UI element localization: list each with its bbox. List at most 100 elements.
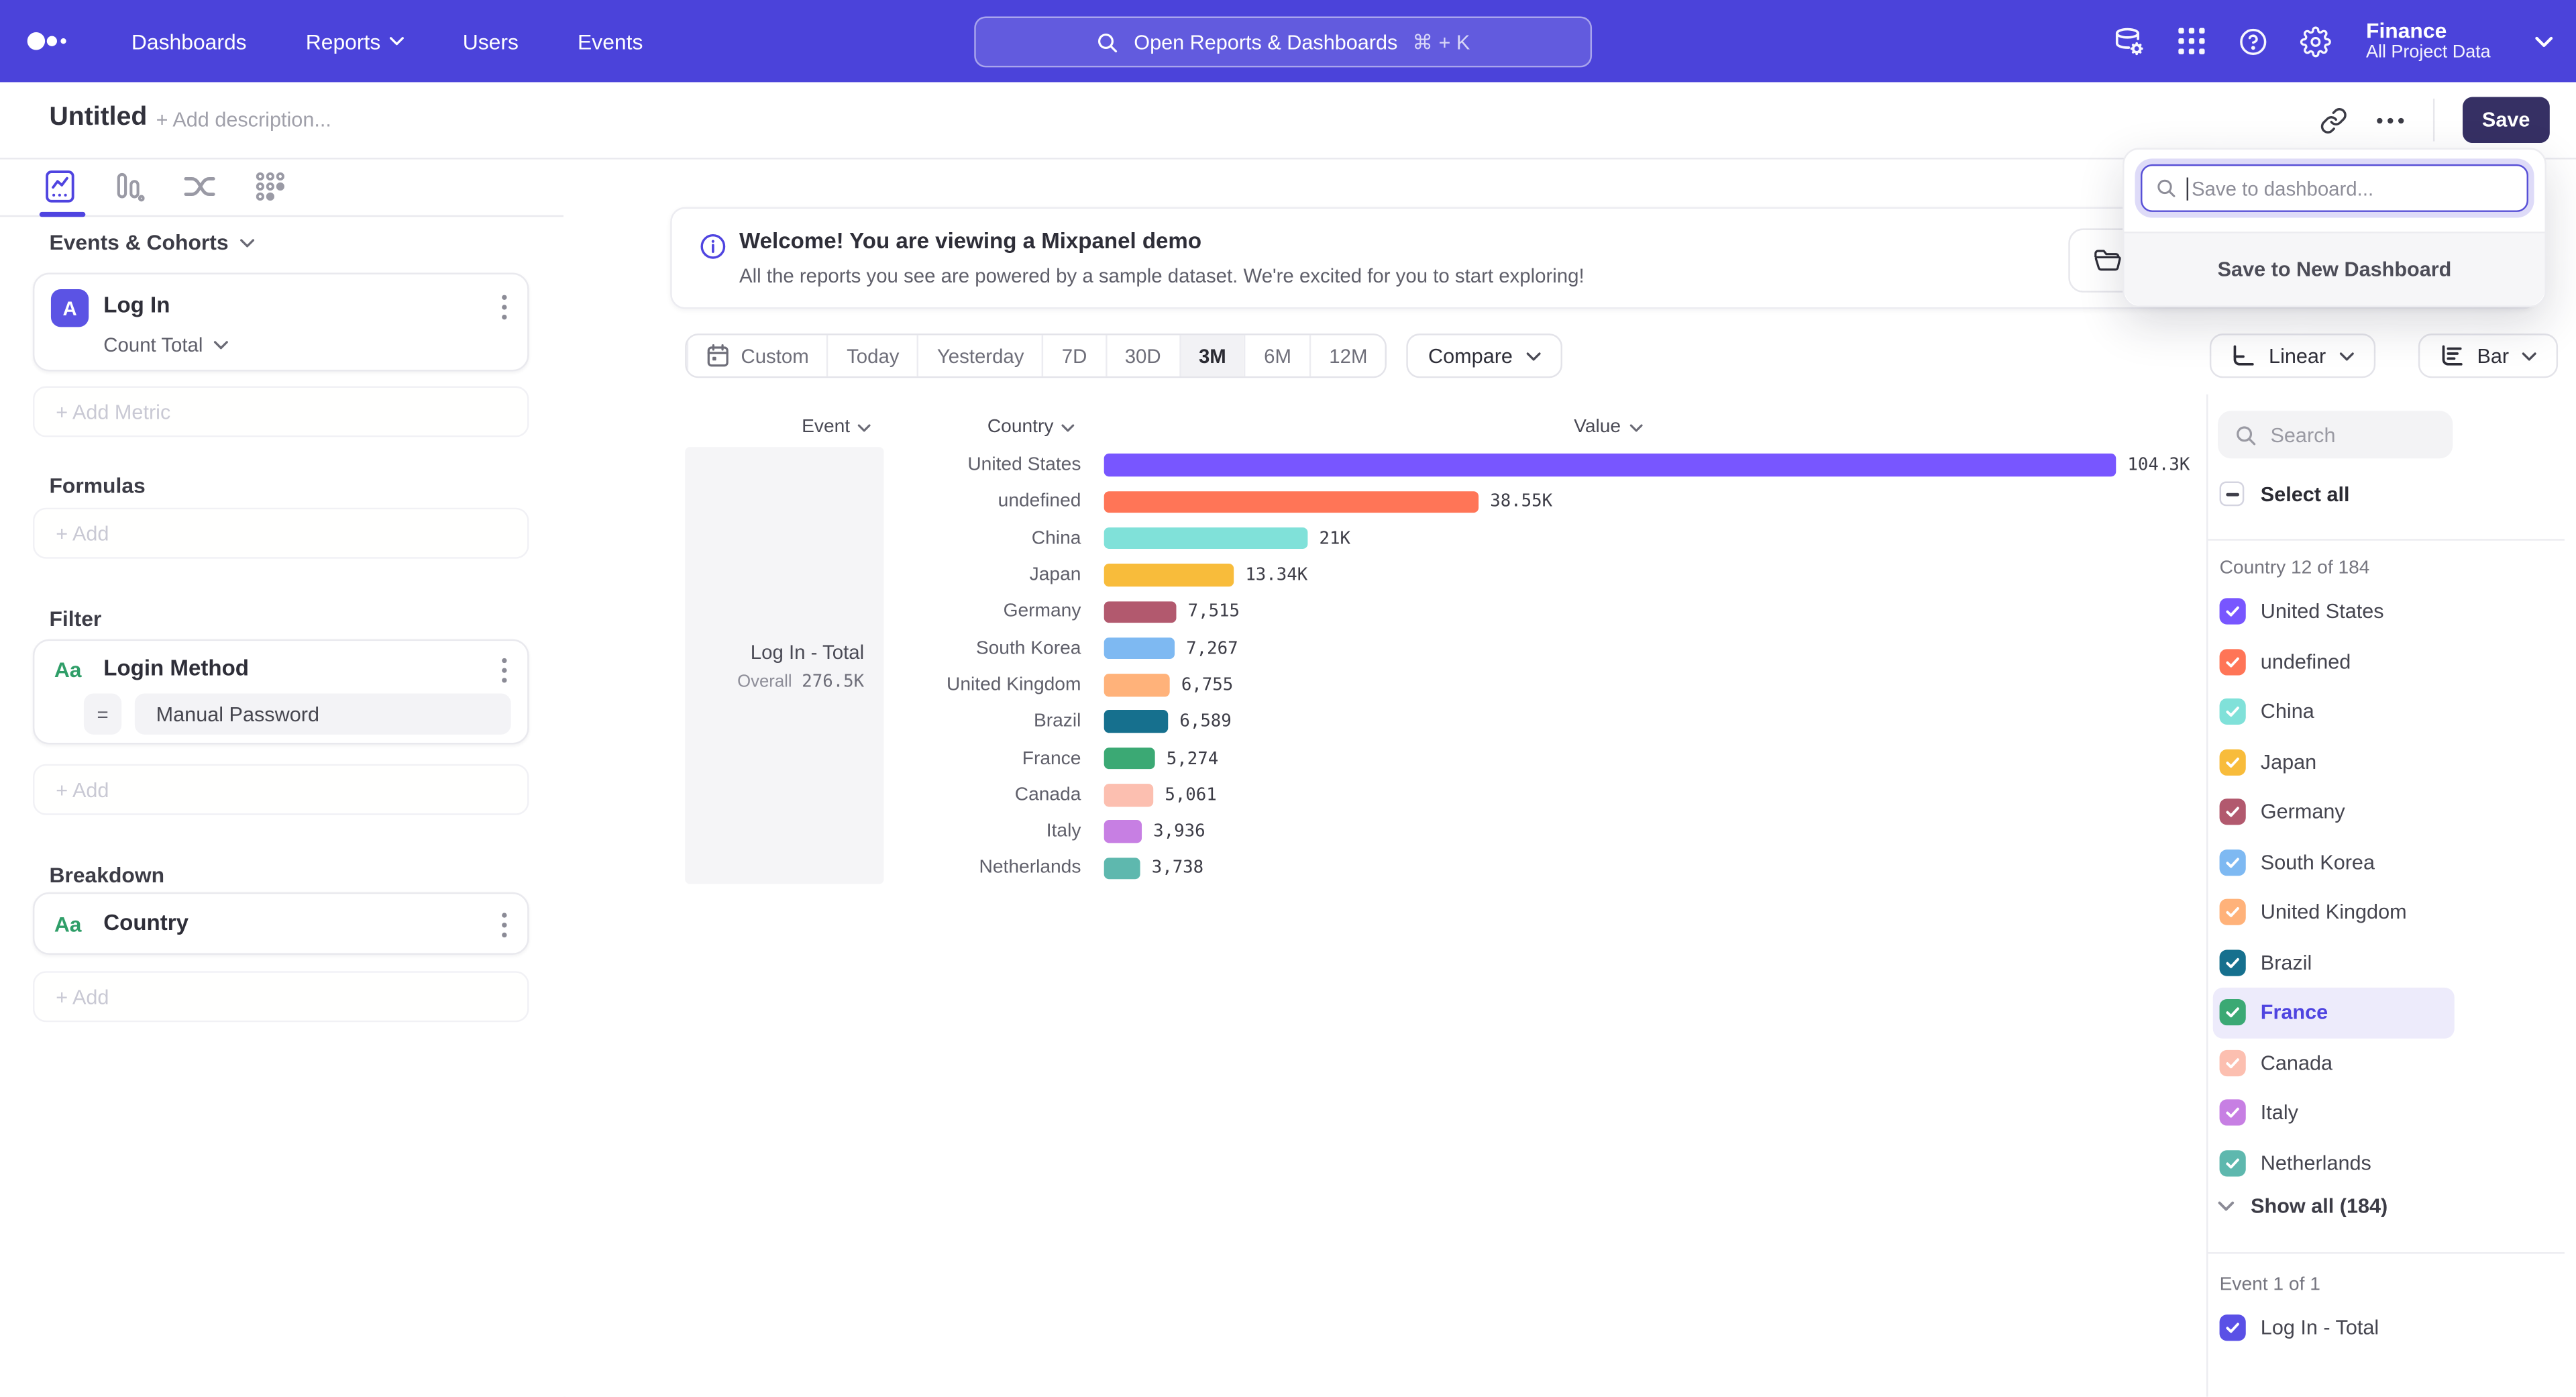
check-icon [2224,1004,2241,1021]
country-filter-item[interactable]: United Kingdom [2213,887,2455,937]
country-filter-item[interactable]: Canada [2213,1038,2455,1088]
country-filter-item[interactable]: Germany [2213,787,2455,837]
date-range-option[interactable]: Custom [687,335,827,376]
filter-value-selector[interactable]: Manual Password [135,693,511,734]
global-search-input[interactable]: Open Reports & Dashboards ⌘ + K [974,16,1592,67]
add-description-field[interactable]: + Add description... [156,109,331,132]
more-options-icon[interactable] [2375,116,2405,124]
country-checkbox[interactable] [2220,649,2246,675]
nav-item-users[interactable]: Users [463,29,519,54]
chart-row[interactable]: United Kingdom 6,755 [810,667,2190,704]
legend-search-input[interactable]: Search [2218,411,2453,458]
event-checkbox[interactable] [2220,1315,2246,1341]
tab-retention[interactable] [255,171,286,203]
chart-row[interactable]: China 21K [810,520,2190,557]
country-checkbox[interactable] [2220,849,2246,876]
country-filter-item[interactable]: Netherlands [2213,1138,2455,1188]
tab-flows[interactable] [182,171,217,203]
country-filter-item[interactable]: Brazil [2213,937,2455,988]
chart-row[interactable]: Canada 5,061 [810,777,2190,814]
report-title[interactable]: Untitled [49,103,147,133]
country-checkbox[interactable] [2220,698,2246,725]
event-filter-item[interactable]: Log In - Total [2213,1303,2455,1353]
date-range-option[interactable]: Today [827,335,918,376]
breakdown-card[interactable]: Aa Country [33,892,529,955]
column-header-value[interactable]: Value [1574,417,1642,437]
metric-kebab-icon[interactable] [501,294,508,320]
settings-gear-icon[interactable] [2300,25,2332,57]
date-range-option[interactable]: 30D [1105,335,1179,376]
select-all-row[interactable]: Select all [2220,482,2350,507]
chart-row[interactable]: Italy 3,936 [810,813,2190,850]
data-management-icon[interactable] [2113,25,2146,57]
copy-link-icon[interactable] [2319,106,2347,134]
add-filter-button[interactable]: + Add [33,764,529,815]
chart-row[interactable]: Japan 13.34K [810,557,2190,594]
date-range-option[interactable]: 7D [1042,335,1105,376]
tab-insights[interactable] [44,169,76,203]
country-checkbox[interactable] [2220,749,2246,775]
chart-row[interactable]: United States 104.3K [810,447,2190,484]
project-switcher[interactable]: Finance All Project Data [2366,17,2491,64]
filter-property-name[interactable]: Login Method [103,656,249,680]
column-header-country[interactable]: Country [987,417,1075,437]
filter-kebab-icon[interactable] [501,658,508,684]
country-checkbox[interactable] [2220,899,2246,925]
save-to-new-dashboard-option[interactable]: Save to New Dashboard [2125,234,2545,306]
scale-selector-button[interactable]: Linear [2210,333,2375,378]
compare-button[interactable]: Compare [1407,333,1562,378]
country-checkbox[interactable] [2220,599,2246,625]
country-checkbox[interactable] [2220,1150,2246,1176]
chart-row[interactable]: Germany 7,515 [810,594,2190,631]
help-icon[interactable] [2238,25,2269,57]
country-checkbox[interactable] [2220,949,2246,976]
metric-card[interactable]: A Log In Count Total [33,273,529,372]
indeterminate-dash [2225,492,2239,495]
tab-funnels[interactable] [113,169,145,203]
add-formula-button[interactable]: + Add [33,508,529,559]
country-filter-item[interactable]: United States [2213,586,2455,637]
aggregation-selector[interactable]: Count Total [103,333,227,356]
column-header-event[interactable]: Event [802,417,871,437]
show-all-toggle[interactable]: Show all (184) [2218,1194,2387,1217]
breakdown-property-name[interactable]: Country [103,911,189,935]
nav-item-reports[interactable]: Reports [306,29,404,54]
date-range-option[interactable]: 6M [1244,335,1309,376]
save-dashboard-search-input[interactable]: Save to dashboard... [2141,164,2528,212]
select-all-checkbox[interactable] [2220,482,2245,507]
date-range-option[interactable]: 12M [1309,335,1385,376]
nav-item-dashboards[interactable]: Dashboards [131,29,247,54]
chart-row[interactable]: Netherlands 3,738 [810,850,2190,887]
chart-row[interactable]: Brazil 6,589 [810,703,2190,740]
add-breakdown-button[interactable]: + Add [33,971,529,1022]
date-range-option[interactable]: 3M [1179,335,1244,376]
country-filter-item[interactable]: undefined [2213,637,2455,687]
filter-operator-selector[interactable]: = [84,693,121,734]
filter-card[interactable]: Aa Login Method = Manual Password [33,639,529,745]
events-cohorts-section-label[interactable]: Events & Cohorts [49,230,254,255]
country-filter-item[interactable]: Italy [2213,1088,2455,1138]
add-metric-button[interactable]: + Add Metric [33,386,529,437]
check-icon [2224,854,2241,870]
chart-row[interactable]: South Korea 7,267 [810,630,2190,667]
country-checkbox[interactable] [2220,1000,2246,1026]
save-button[interactable]: Save [2463,97,2550,143]
metric-event-name[interactable]: Log In [103,293,170,317]
mixpanel-logo[interactable] [26,30,72,52]
nav-item-events[interactable]: Events [578,29,643,54]
breakdown-kebab-icon[interactable] [501,912,508,938]
country-filter-item[interactable]: China [2213,687,2455,737]
chart-type-selector-button[interactable]: Bar [2418,333,2558,378]
chart-row[interactable]: undefined 38.55K [810,484,2190,521]
country-filter-item[interactable]: South Korea [2213,837,2455,888]
date-range-option[interactable]: Yesterday [917,335,1042,376]
country-checkbox[interactable] [2220,1100,2246,1126]
country-checkbox[interactable] [2220,799,2246,825]
country-filter-item[interactable]: France [2213,988,2455,1038]
chart-row[interactable]: France 5,274 [810,740,2190,777]
project-chevron-down-icon[interactable] [2535,36,2553,47]
bar [1104,527,1308,550]
apps-grid-icon[interactable] [2177,26,2206,56]
country-filter-item[interactable]: Japan [2213,737,2455,787]
country-checkbox[interactable] [2220,1049,2246,1076]
